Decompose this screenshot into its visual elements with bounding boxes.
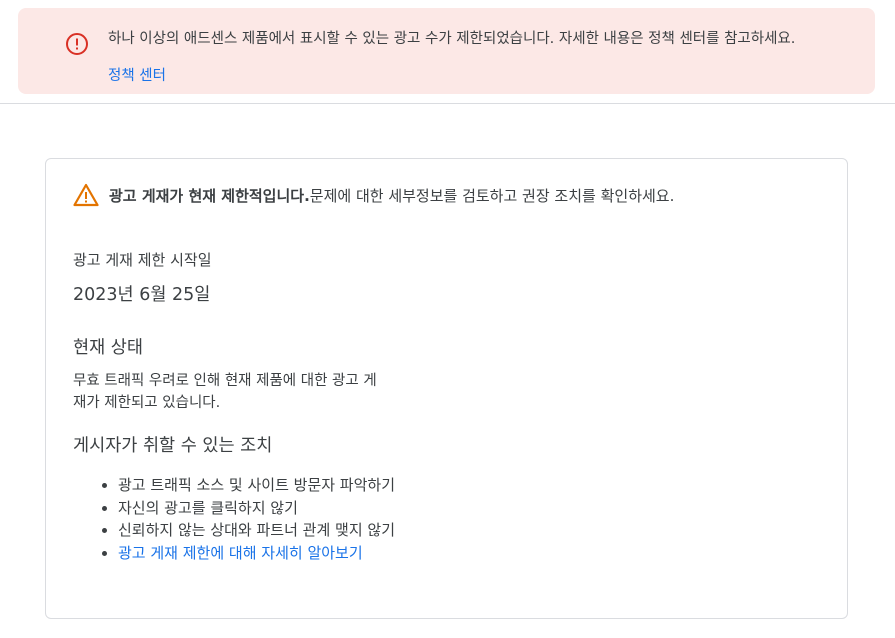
banner-message: 하나 이상의 애드센스 제품에서 표시할 수 있는 광고 수가 제한되었습니다.… (108, 31, 796, 47)
status-line-2: 재가 제한되고 있습니다. (73, 395, 221, 411)
current-status-heading: 현재 상태 (73, 338, 143, 358)
start-date-label: 광고 게재 제한 시작일 (73, 251, 212, 269)
start-date-value: 2023년 6월 25일 (73, 285, 211, 305)
limited-serving-headline: 광고 게재가 현재 제한적입니다. 문제에 대한 세부정보를 검토하고 권장 조… (73, 183, 674, 207)
header-divider (0, 103, 895, 104)
publisher-actions-heading: 게시자가 취할 수 있는 조치 (73, 436, 273, 456)
action-item: 신뢰하지 않는 상대와 파트너 관계 맺지 않기 (118, 519, 395, 542)
policy-center-link[interactable]: 정책 센터 (108, 66, 166, 86)
action-item: 광고 트래픽 소스 및 사이트 방문자 파악하기 (118, 474, 395, 497)
error-circle-icon (66, 33, 88, 55)
action-item: 자신의 광고를 클릭하지 않기 (118, 497, 395, 520)
status-line-1: 무효 트래픽 우려로 인해 현재 제품에 대한 광고 게 (73, 373, 377, 389)
warning-triangle-icon (73, 183, 99, 207)
headline-bold-text: 광고 게재가 현재 제한적입니다. (109, 186, 310, 205)
headline-rest-text: 문제에 대한 세부정보를 검토하고 권장 조치를 확인하세요. (309, 186, 675, 205)
policy-alert-banner: 하나 이상의 애드센스 제품에서 표시할 수 있는 광고 수가 제한되었습니다.… (18, 8, 875, 94)
current-status-description: 무효 트래픽 우려로 인해 현재 제품에 대한 광고 게 재가 제한되고 있습니… (73, 370, 453, 414)
page: 하나 이상의 애드센스 제품에서 표시할 수 있는 광고 수가 제한되었습니다.… (0, 0, 895, 638)
publisher-actions-list: 광고 트래픽 소스 및 사이트 방문자 파악하기 자신의 광고를 클릭하지 않기… (100, 474, 395, 564)
learn-more-link[interactable]: 광고 게재 제한에 대해 자세히 알아보기 (118, 542, 395, 565)
